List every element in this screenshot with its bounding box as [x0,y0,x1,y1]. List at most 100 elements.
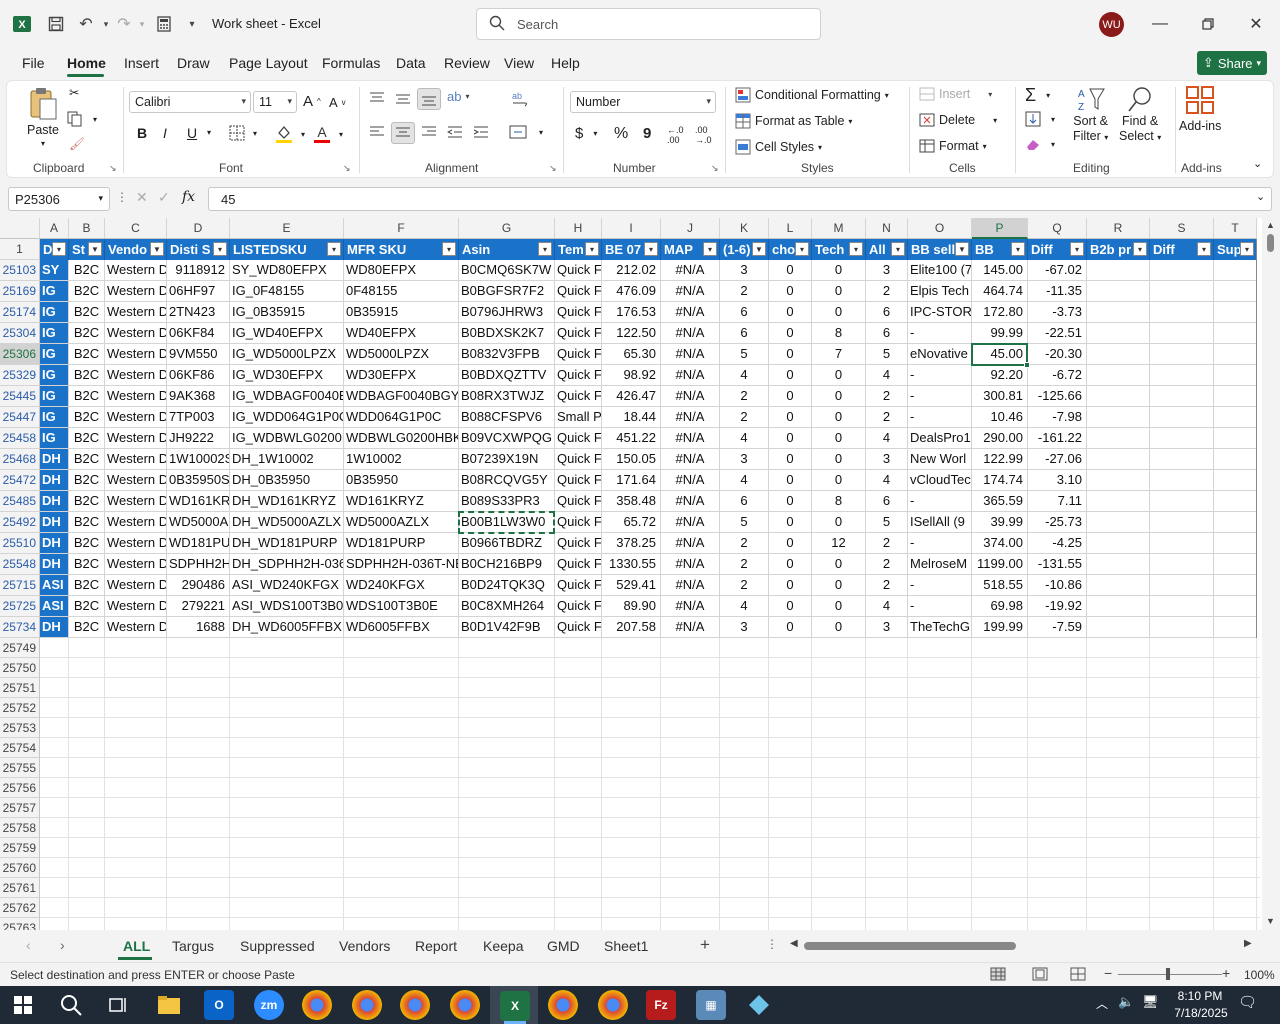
table-cell[interactable]: B0BGFSR7F2 [459,281,555,302]
table-header-cell[interactable]: LISTEDSKU ▾ [230,239,344,260]
table-cell[interactable]: 3 [720,449,769,470]
row-header[interactable]: 25758 [0,818,40,838]
column-header-k[interactable]: K [720,218,769,239]
table-cell[interactable]: 3 [866,260,908,281]
table-cell[interactable]: IG_WDBAGF0040B [230,386,344,407]
table-cell[interactable]: Quick F [555,533,602,554]
table-cell[interactable]: 0 [812,512,866,533]
table-cell[interactable] [1150,512,1214,533]
table-cell[interactable]: Western D [105,260,167,281]
filter-dropdown-icon[interactable]: ▾ [1240,242,1254,256]
table-cell[interactable]: Quick F [555,575,602,596]
table-cell[interactable]: DH_0B35950 [230,470,344,491]
table-cell[interactable] [1214,554,1257,575]
table-cell[interactable]: B089S33PR3 [459,491,555,512]
horizontal-scroll-thumb[interactable] [804,942,1016,950]
app-diamond-icon[interactable] [744,990,774,1020]
table-cell[interactable]: #N/A [661,428,720,449]
table-cell[interactable]: WD161KRYZ [344,491,459,512]
table-header-cell[interactable]: Disti S ▾ [167,239,230,260]
sort-filter-button[interactable]: AZ Sort & Filter ▾ [1073,85,1108,143]
table-cell[interactable]: 2 [720,407,769,428]
table-cell[interactable]: 0B35950 [344,470,459,491]
table-cell[interactable]: 2 [720,281,769,302]
table-cell[interactable] [1150,281,1214,302]
clock-time[interactable]: 8:10 PM [1172,989,1228,1003]
table-cell[interactable]: - [908,407,972,428]
table-cell[interactable]: IG_WDBWLG0200H [230,428,344,449]
table-cell[interactable] [1214,533,1257,554]
table-cell[interactable]: 2 [866,575,908,596]
table-cell[interactable]: 0 [812,365,866,386]
table-cell[interactable]: #N/A [661,344,720,365]
table-cell[interactable]: B2C [69,554,105,575]
table-cell[interactable]: B0CH216BP9 [459,554,555,575]
table-cell[interactable] [1150,323,1214,344]
table-cell[interactable]: ISellAll (9 [908,512,972,533]
table-cell[interactable]: WDBAGF0040BGY- [344,386,459,407]
table-cell[interactable]: 0 [812,554,866,575]
sheet-tab-vendors[interactable]: Vendors [339,938,390,954]
table-cell[interactable] [1087,533,1150,554]
table-cell[interactable]: DH [40,449,69,470]
table-cell[interactable]: #N/A [661,449,720,470]
table-header-cell[interactable]: Asin ▾ [459,239,555,260]
table-cell[interactable]: 4 [866,365,908,386]
table-cell[interactable]: -10.86 [1028,575,1087,596]
table-cell[interactable]: 122.99 [972,449,1028,470]
table-cell[interactable]: B0796JHRW3 [459,302,555,323]
table-cell[interactable]: 6 [720,302,769,323]
filter-dropdown-icon[interactable]: ▾ [891,242,905,256]
tab-help[interactable]: Help [551,55,580,71]
filter-dropdown-icon[interactable]: ▾ [849,242,863,256]
merge-center-icon[interactable]: ▾ [509,125,543,139]
table-cell[interactable] [1087,554,1150,575]
chrome-icon[interactable] [598,990,628,1020]
table-cell[interactable]: 7.11 [1028,491,1087,512]
table-header-cell[interactable]: D ▾ [40,239,69,260]
table-cell[interactable]: 4 [866,428,908,449]
task-view-icon[interactable] [104,990,134,1020]
table-cell[interactable]: 2 [866,281,908,302]
table-cell[interactable]: DH_WD6005FFBX [230,617,344,638]
table-header-cell[interactable]: Diff ▾ [1028,239,1087,260]
table-cell[interactable]: Quick F [555,323,602,344]
table-cell[interactable]: B2C [69,302,105,323]
table-cell[interactable]: 3 [720,617,769,638]
table-cell[interactable]: 365.59 [972,491,1028,512]
table-cell[interactable] [1087,575,1150,596]
column-header-t[interactable]: T [1214,218,1257,239]
avatar[interactable]: WU [1099,12,1124,37]
table-cell[interactable]: B09VCXWPQG [459,428,555,449]
table-cell[interactable]: 300.81 [972,386,1028,407]
sheet-tab-sheet1[interactable]: Sheet1 [604,938,648,954]
table-cell[interactable]: 1W10002S [167,449,230,470]
table-cell[interactable]: B2C [69,449,105,470]
table-cell[interactable]: ASI [40,596,69,617]
table-cell[interactable]: 0 [769,554,812,575]
restore-icon[interactable] [1193,10,1223,38]
row-header[interactable]: 1 [0,239,40,260]
table-cell[interactable]: -4.25 [1028,533,1087,554]
table-cell[interactable]: #N/A [661,407,720,428]
table-cell[interactable]: -19.92 [1028,596,1087,617]
filezilla-icon[interactable]: Fz [646,990,676,1020]
column-header-h[interactable]: H [555,218,602,239]
table-cell[interactable]: 378.25 [602,533,661,554]
table-cell[interactable]: 7TP003 [167,407,230,428]
table-cell[interactable]: TheTechG [908,617,972,638]
table-cell[interactable]: 0 [769,344,812,365]
table-cell[interactable]: Quick F [555,428,602,449]
filter-dropdown-icon[interactable]: ▾ [703,242,717,256]
file-explorer-icon[interactable] [154,990,184,1020]
table-cell[interactable]: 3 [866,449,908,470]
row-header[interactable]: 25754 [0,738,40,758]
column-header-c[interactable]: C [105,218,167,239]
table-cell[interactable]: Quick F [555,365,602,386]
table-cell[interactable]: 279221 [167,596,230,617]
table-cell[interactable]: 176.53 [602,302,661,323]
table-cell[interactable]: ASI [40,575,69,596]
expand-formula-bar-icon[interactable]: ⌄ [1256,190,1265,203]
table-cell[interactable] [1150,260,1214,281]
table-cell[interactable]: Western D [105,449,167,470]
